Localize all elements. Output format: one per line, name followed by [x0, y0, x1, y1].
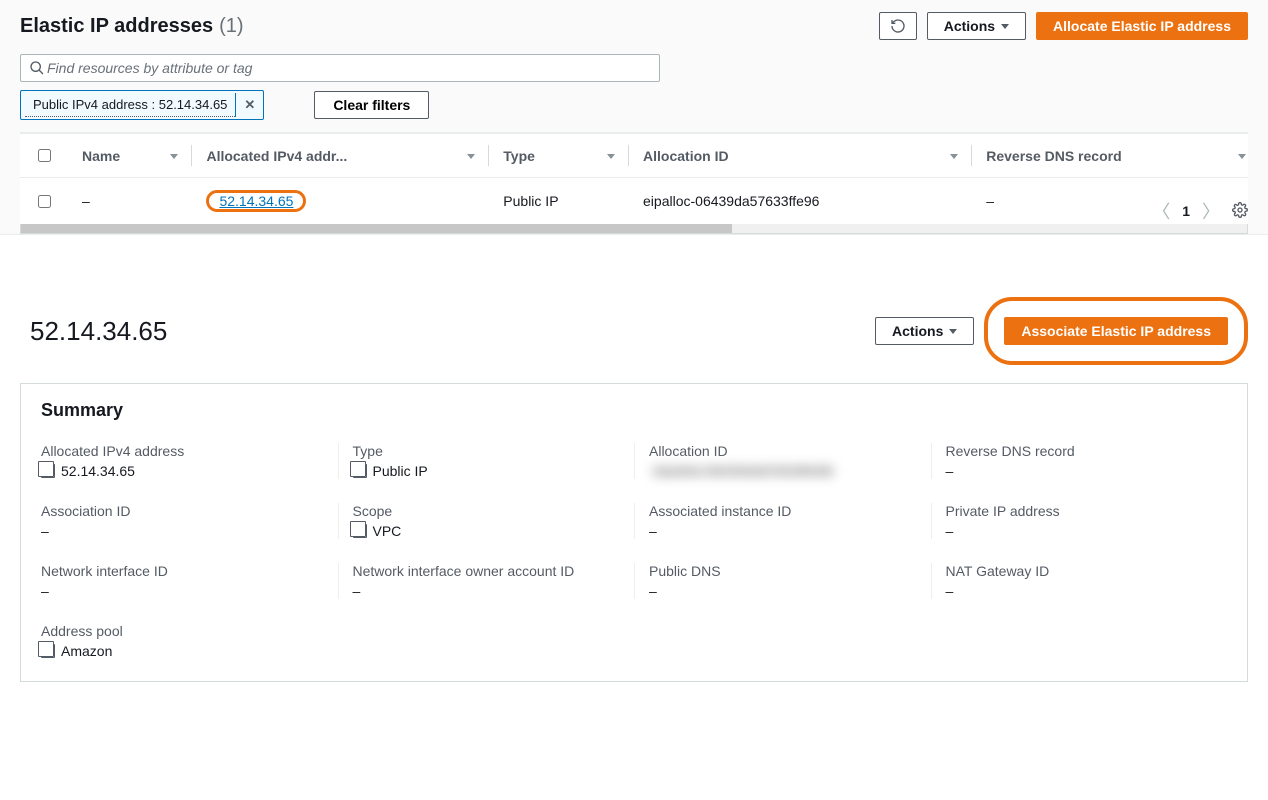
col-type[interactable]: Type	[489, 134, 629, 178]
field-reverse-dns: Reverse DNS record –	[931, 443, 1228, 479]
horizontal-scrollbar[interactable]	[20, 224, 1248, 234]
field-network-interface-id: Network interface ID –	[41, 563, 338, 599]
highlight-ring: 52.14.34.65	[206, 190, 306, 212]
associate-eip-button[interactable]: Associate Elastic IP address	[1004, 317, 1228, 345]
sort-icon	[607, 154, 615, 159]
gear-icon	[1232, 202, 1248, 218]
field-allocated-ipv4: Allocated IPv4 address 52.14.34.65	[41, 443, 338, 479]
redacted-value: eipalloc-06439da57633ffe96	[649, 463, 837, 479]
filter-token-remove[interactable]: ✕	[235, 93, 263, 117]
search-input[interactable]	[45, 59, 651, 77]
actions-label: Actions	[892, 323, 943, 339]
field-type: Type Public IP	[338, 443, 635, 479]
clear-filters-button[interactable]: Clear filters	[314, 91, 429, 119]
search-box[interactable]	[20, 54, 660, 82]
cell-name: –	[68, 178, 192, 225]
header-row: Elastic IP addresses (1) Actions Allocat…	[20, 12, 1248, 40]
detail-title: 52.14.34.65	[30, 316, 167, 347]
copy-icon[interactable]	[41, 464, 55, 478]
table-row[interactable]: – 52.14.34.65 Public IP eipalloc-06439da…	[20, 178, 1248, 225]
filter-token-label: Public IPv4 address : 52.14.34.65	[25, 93, 235, 117]
actions-dropdown-button[interactable]: Actions	[927, 12, 1026, 40]
col-name[interactable]: Name	[68, 134, 192, 178]
summary-grid: Allocated IPv4 address 52.14.34.65 Type …	[41, 443, 1227, 659]
select-all-checkbox[interactable]	[38, 149, 51, 162]
eip-list-panel: Elastic IP addresses (1) Actions Allocat…	[0, 0, 1268, 235]
field-allocation-id: Allocation ID eipalloc-06439da57633ffe96	[634, 443, 931, 479]
col-allocated-ipv4[interactable]: Allocated IPv4 addr...	[192, 134, 489, 178]
filter-token: Public IPv4 address : 52.14.34.65 ✕	[20, 90, 264, 120]
sort-icon	[467, 154, 475, 159]
actions-label: Actions	[944, 18, 995, 34]
filter-row: Public IPv4 address : 52.14.34.65 ✕ Clea…	[20, 90, 1248, 120]
table-settings-button[interactable]	[1232, 202, 1248, 221]
copy-icon[interactable]	[353, 524, 367, 538]
sort-icon	[1238, 154, 1246, 159]
detail-actions-dropdown[interactable]: Actions	[875, 317, 974, 345]
field-public-dns: Public DNS –	[634, 563, 931, 599]
sort-icon	[950, 154, 958, 159]
page-title-wrap: Elastic IP addresses (1)	[20, 15, 244, 38]
caret-down-icon	[949, 329, 957, 334]
table-header-row: Name Allocated IPv4 addr... Type Allocat…	[20, 134, 1248, 178]
cell-allocated-ipv4: 52.14.34.65	[192, 178, 489, 225]
sort-icon	[170, 154, 178, 159]
field-association-id: Association ID –	[41, 503, 338, 539]
eip-address-link[interactable]: 52.14.34.65	[219, 193, 293, 209]
field-private-ip: Private IP address –	[931, 503, 1228, 539]
header-actions: Actions Allocate Elastic IP address	[879, 12, 1248, 40]
page-title: Elastic IP addresses	[20, 15, 213, 38]
field-address-pool: Address pool Amazon	[41, 623, 338, 659]
refresh-button[interactable]	[879, 12, 917, 40]
search-icon	[29, 60, 45, 76]
current-page: 1	[1182, 203, 1190, 219]
detail-header: 52.14.34.65 Actions Associate Elastic IP…	[20, 291, 1248, 383]
pagination: 〈 1 〉	[1152, 198, 1248, 224]
resource-count: (1)	[219, 15, 243, 38]
summary-box: Summary Allocated IPv4 address 52.14.34.…	[20, 383, 1248, 682]
field-associated-instance: Associated instance ID –	[634, 503, 931, 539]
field-nif-owner-account: Network interface owner account ID –	[338, 563, 635, 599]
cell-type: Public IP	[489, 178, 629, 225]
summary-title: Summary	[41, 400, 1227, 421]
prev-page-button[interactable]: 〈	[1152, 198, 1170, 224]
row-select-checkbox[interactable]	[38, 195, 51, 208]
refresh-icon	[890, 18, 906, 34]
copy-icon[interactable]	[41, 644, 55, 658]
allocate-eip-button[interactable]: Allocate Elastic IP address	[1036, 12, 1248, 40]
copy-icon[interactable]	[353, 464, 367, 478]
eip-table: Name Allocated IPv4 addr... Type Allocat…	[20, 132, 1248, 224]
col-allocation-id[interactable]: Allocation ID	[629, 134, 972, 178]
eip-detail-panel: 52.14.34.65 Actions Associate Elastic IP…	[0, 291, 1268, 702]
caret-down-icon	[1001, 24, 1009, 29]
field-scope: Scope VPC	[338, 503, 635, 539]
cell-allocation-id: eipalloc-06439da57633ffe96	[629, 178, 972, 225]
detail-actions: Actions Associate Elastic IP address	[875, 297, 1248, 365]
highlight-ring: Associate Elastic IP address	[984, 297, 1248, 365]
field-nat-gateway: NAT Gateway ID –	[931, 563, 1228, 599]
col-reverse-dns[interactable]: Reverse DNS record	[972, 134, 1248, 178]
next-page-button[interactable]: 〉	[1202, 198, 1220, 224]
